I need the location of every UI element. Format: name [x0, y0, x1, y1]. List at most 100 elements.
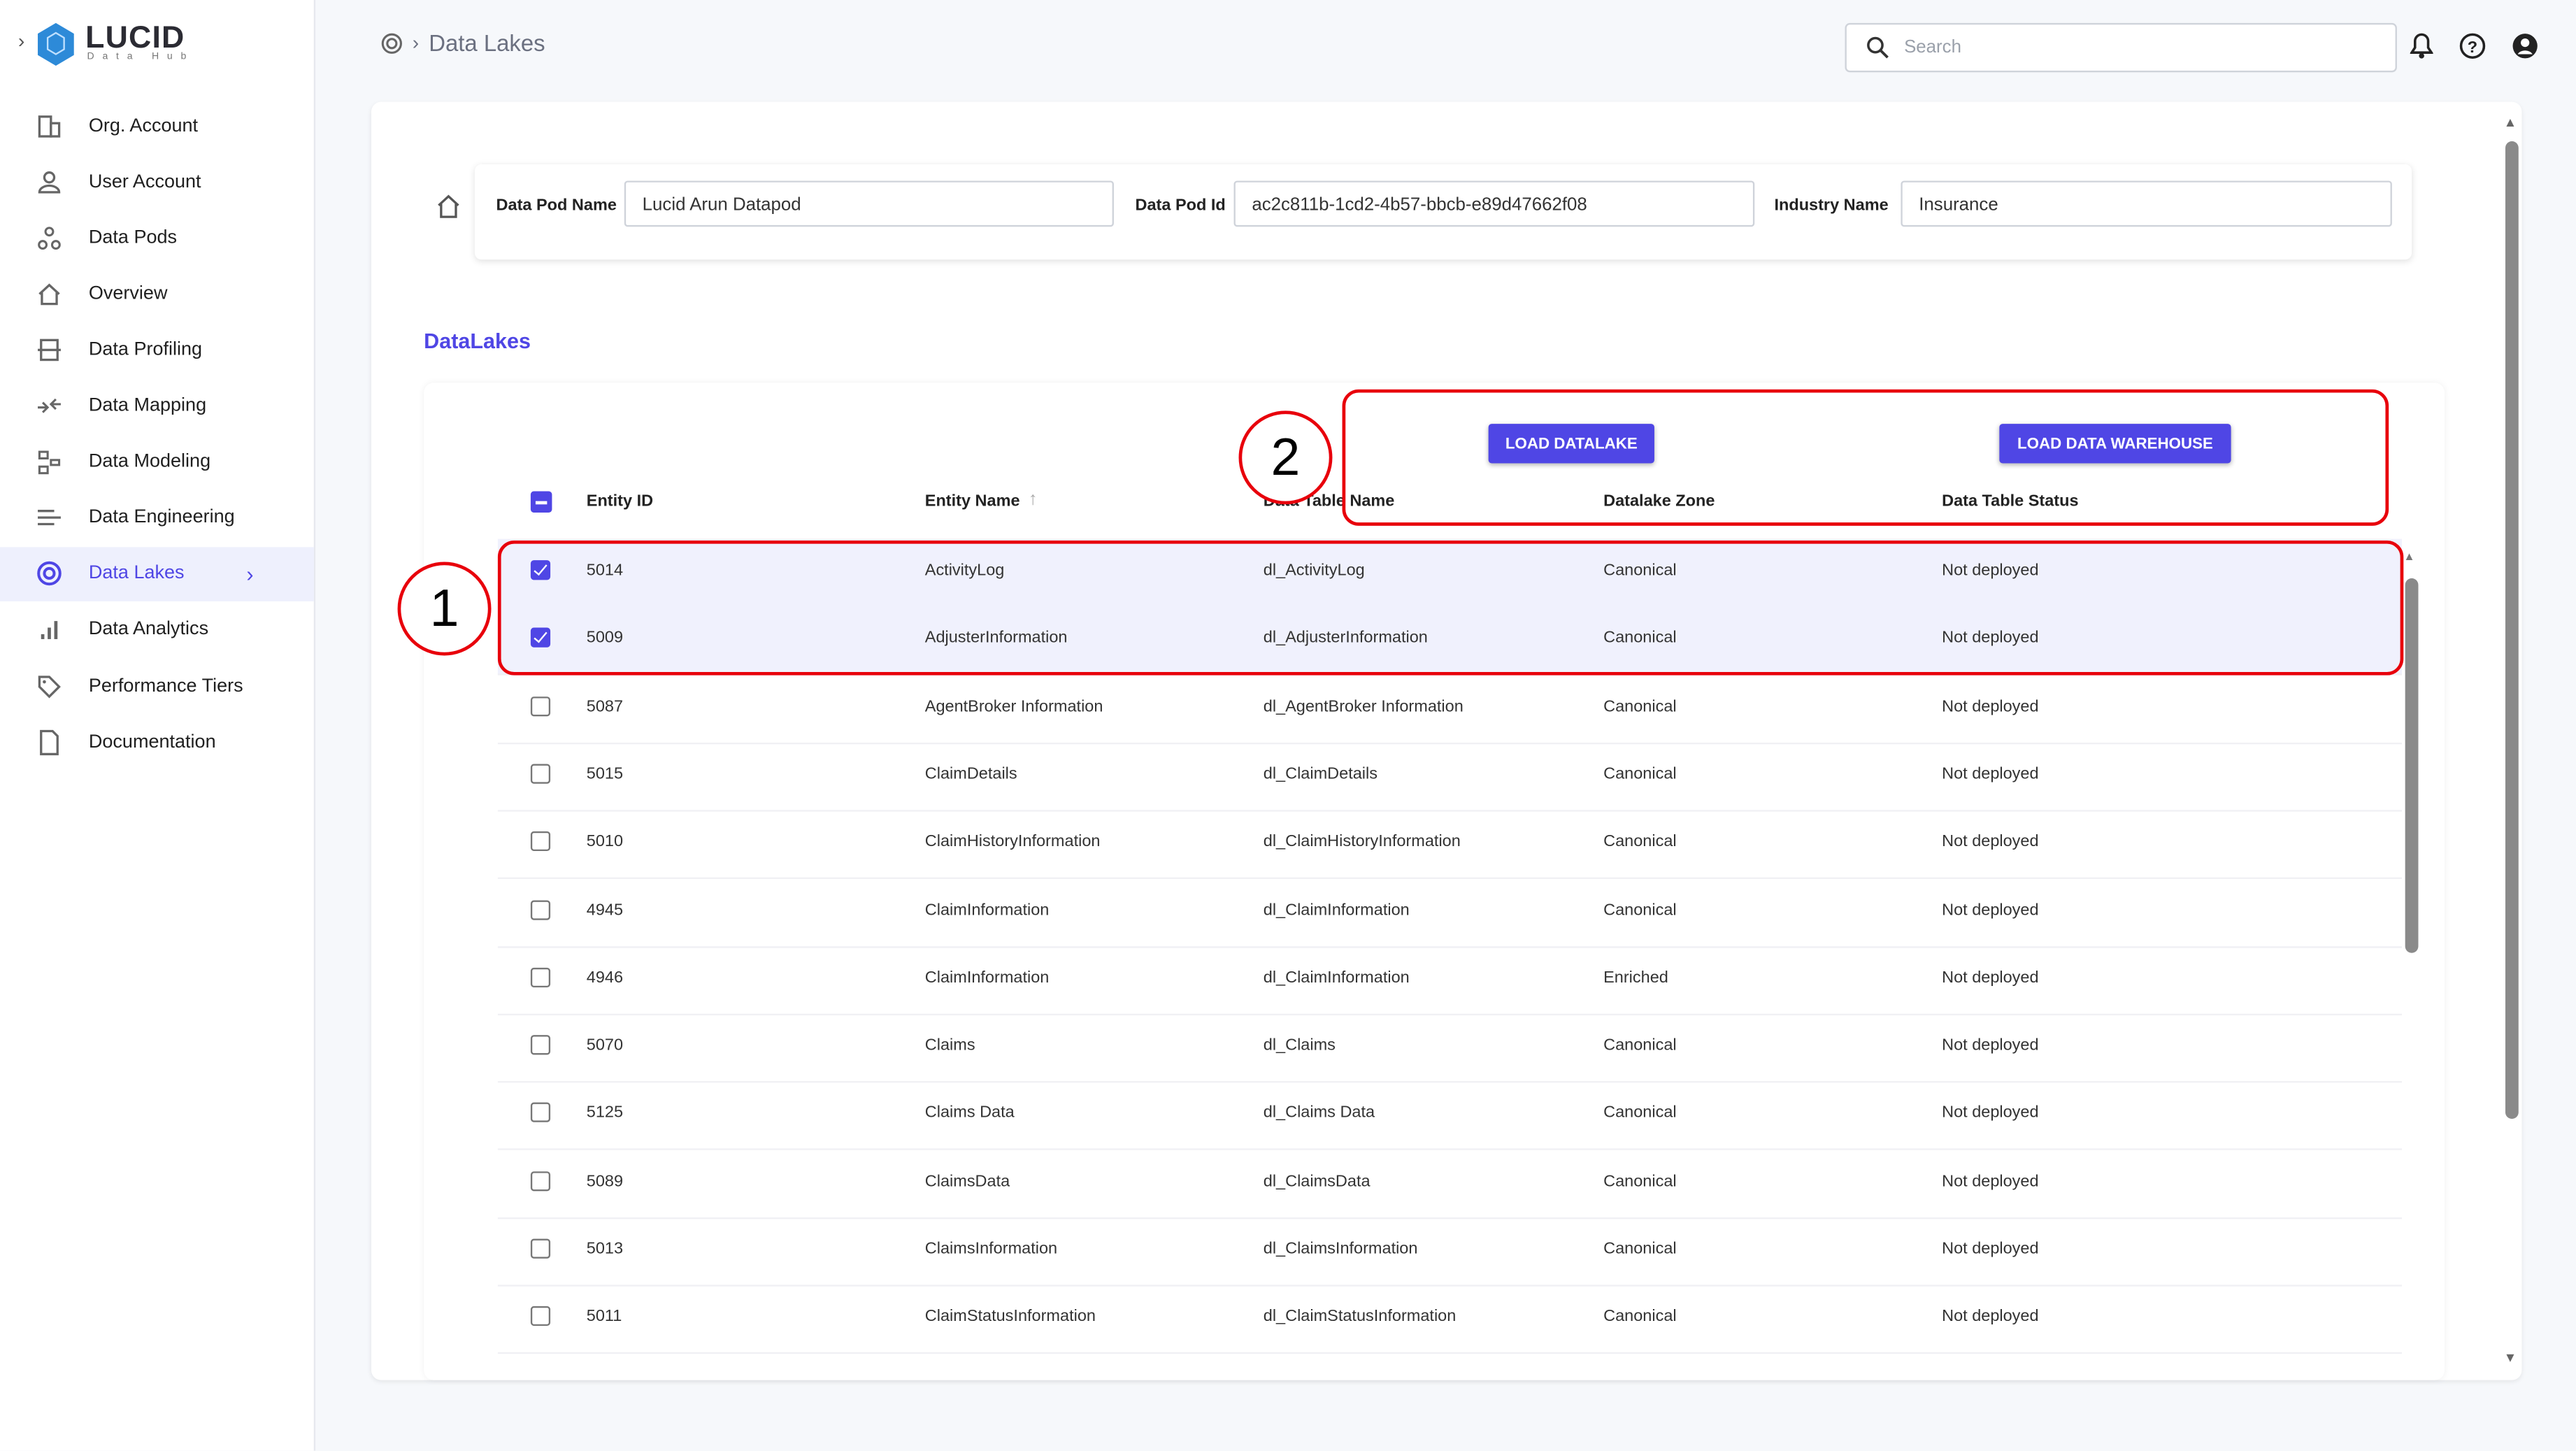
industry-field[interactable]: Insurance — [1901, 180, 2392, 227]
table-row[interactable]: 5070 Claims dl_Claims Canonical Not depl… — [497, 1014, 2402, 1083]
scroll-down-icon[interactable]: ▼ — [2504, 1350, 2517, 1365]
table-row[interactable]: 5089 ClaimsData dl_ClaimsData Canonical … — [497, 1150, 2402, 1219]
sidebar-item-data-analytics[interactable]: Data Analytics — [0, 603, 314, 657]
cell-data-table-name: dl_ClaimInformation — [1263, 968, 1410, 987]
cell-datalake-zone: Canonical — [1603, 765, 1677, 784]
annotation-marker-2: 2 — [1238, 410, 1333, 505]
table-row[interactable]: 4945 ClaimInformation dl_ClaimInformatio… — [497, 878, 2402, 948]
cell-data-table-name: dl_AgentBroker Information — [1263, 697, 1464, 716]
sidebar-item-label: Overview — [88, 283, 168, 304]
table-row[interactable]: 5125 Claims Data dl_Claims Data Canonica… — [497, 1082, 2402, 1151]
page-scrollbar-thumb[interactable] — [2505, 141, 2519, 1120]
cell-entity-id: 5070 — [586, 1036, 624, 1055]
sort-ascending-icon[interactable]: ↑ — [1029, 489, 1038, 509]
pod-id-field[interactable]: ac2c811b-1cd2-4b57-bbcb-e89d47662f08 — [1233, 180, 1755, 227]
cell-entity-id: 5015 — [586, 765, 624, 784]
target-icon — [381, 32, 402, 53]
cell-status: Not deployed — [1942, 901, 2039, 920]
expand-chevron-icon[interactable]: › — [18, 29, 24, 52]
table-row[interactable]: 5011 ClaimStatusInformation dl_ClaimStat… — [497, 1285, 2402, 1354]
sidebar-item-label: Data Analytics — [88, 620, 209, 640]
table-row[interactable]: 4946 ClaimInformation dl_ClaimInformatio… — [497, 946, 2402, 1015]
modeling-icon — [38, 450, 61, 475]
cell-entity-name: ClaimStatusInformation — [924, 1308, 1096, 1327]
sidebar-item-data-pods[interactable]: Data Pods — [0, 210, 314, 265]
cell-status: Not deployed — [1942, 1172, 2039, 1191]
home-icon — [38, 283, 60, 305]
cell-entity-id: 5010 — [586, 833, 624, 852]
cell-entity-id: 5089 — [586, 1172, 624, 1191]
sidebar-item-overview[interactable]: Overview — [0, 266, 314, 321]
sidebar-item-label: Data Lakes — [88, 564, 185, 584]
row-checkbox[interactable] — [530, 696, 551, 716]
cell-entity-name: ClaimDetails — [924, 765, 1017, 784]
row-checkbox[interactable] — [530, 899, 551, 920]
column-header-entity-id[interactable]: Entity ID — [587, 493, 653, 511]
cell-entity-name: Claims Data — [924, 1104, 1015, 1123]
chevron-right-icon: › — [246, 562, 254, 587]
user-avatar-icon[interactable] — [2512, 33, 2538, 59]
cell-datalake-zone: Canonical — [1603, 1308, 1677, 1327]
cell-datalake-zone: Canonical — [1603, 1240, 1677, 1259]
table-row[interactable]: 5013 ClaimsInformation dl_ClaimsInformat… — [497, 1217, 2402, 1287]
cell-datalake-zone: Enriched — [1603, 968, 1668, 987]
cell-entity-name: ClaimsInformation — [924, 1240, 1058, 1259]
row-checkbox[interactable] — [530, 1171, 551, 1191]
table-scroll-up-icon[interactable]: ▲ — [2403, 552, 2414, 563]
sidebar-item-data-engineering[interactable]: Data Engineering — [0, 491, 314, 545]
row-checkbox[interactable] — [530, 1103, 551, 1123]
breadcrumb-current: Data Lakes — [429, 29, 545, 56]
select-all-checkbox[interactable] — [530, 491, 552, 513]
cell-entity-id: 5013 — [586, 1240, 624, 1259]
cell-entity-name: AgentBroker Information — [924, 697, 1103, 716]
help-icon[interactable]: ? — [2459, 33, 2486, 59]
home-icon[interactable] — [436, 194, 462, 218]
cell-status: Not deployed — [1942, 968, 2039, 987]
bell-icon[interactable] — [2410, 33, 2433, 59]
pod-name-field[interactable]: Lucid Arun Datapod — [624, 180, 1114, 227]
row-checkbox[interactable] — [530, 764, 551, 784]
sidebar-item-org-account[interactable]: Org. Account — [0, 99, 314, 153]
sidebar-item-documentation[interactable]: Documentation — [0, 715, 314, 769]
row-checkbox[interactable] — [530, 831, 551, 852]
row-checkbox[interactable] — [530, 1238, 551, 1259]
cell-entity-name: ClaimInformation — [924, 901, 1050, 920]
sidebar-item-data-lakes[interactable]: Data Lakes › — [0, 546, 314, 601]
table-scrollbar-thumb[interactable] — [2405, 578, 2419, 953]
search-input[interactable]: Search — [1845, 22, 2397, 73]
table-row[interactable]: 5087 AgentBroker Information dl_AgentBro… — [497, 675, 2402, 744]
sidebar-item-label: Data Pods — [88, 227, 178, 248]
breadcrumb: › Data Lakes — [381, 29, 545, 56]
industry-label: Industry Name — [1774, 196, 1889, 215]
sidebar-item-data-profiling[interactable]: Data Profiling — [0, 322, 314, 377]
scroll-up-icon[interactable]: ▲ — [2504, 115, 2517, 129]
sidebar-item-label: Org. Account — [88, 115, 199, 136]
sidebar-item-label: Data Mapping — [88, 396, 207, 416]
cell-entity-name: ClaimsData — [924, 1172, 1010, 1191]
pods-icon — [38, 226, 61, 250]
row-checkbox[interactable] — [530, 1035, 551, 1055]
cell-data-table-name: dl_ClaimsInformation — [1263, 1240, 1418, 1259]
table-row[interactable]: 5015 ClaimDetails dl_ClaimDetails Canoni… — [497, 743, 2402, 812]
sidebar-item-user-account[interactable]: User Account — [0, 155, 314, 209]
cell-status: Not deployed — [1942, 765, 2039, 784]
lucid-logo-icon — [38, 22, 74, 66]
cell-status: Not deployed — [1942, 697, 2039, 716]
sidebar-item-performance-tiers[interactable]: Performance Tiers — [0, 659, 314, 713]
row-checkbox[interactable] — [530, 1306, 551, 1327]
sidebar-item-label: User Account — [88, 171, 201, 192]
cell-entity-name: ClaimHistoryInformation — [924, 833, 1101, 852]
section-title: DataLakes — [424, 328, 531, 354]
sidebar-item-data-modeling[interactable]: Data Modeling — [0, 435, 314, 489]
cell-datalake-zone: Canonical — [1603, 1172, 1677, 1191]
cell-entity-id: 5125 — [586, 1104, 624, 1123]
cell-datalake-zone: Canonical — [1603, 1104, 1677, 1123]
sidebar-item-data-mapping[interactable]: Data Mapping — [0, 379, 314, 434]
cell-status: Not deployed — [1942, 1036, 2039, 1055]
cell-entity-id: 5087 — [586, 697, 624, 716]
row-checkbox[interactable] — [530, 967, 551, 987]
column-header-entity-name[interactable]: Entity Name — [925, 493, 1020, 511]
table-row[interactable]: 5010 ClaimHistoryInformation dl_ClaimHis… — [497, 810, 2402, 880]
document-icon — [40, 729, 59, 755]
cell-entity-id: 4946 — [586, 968, 624, 987]
